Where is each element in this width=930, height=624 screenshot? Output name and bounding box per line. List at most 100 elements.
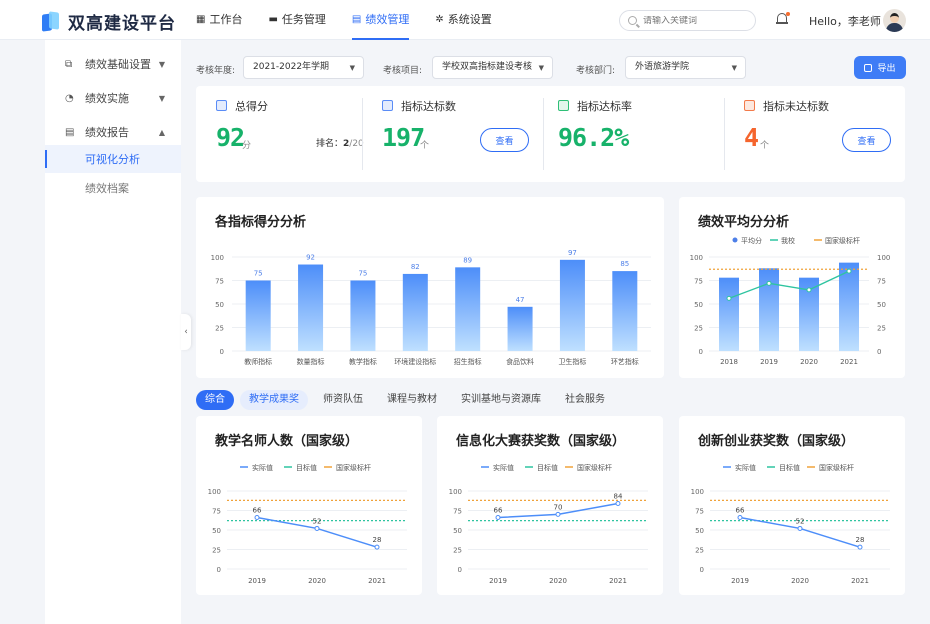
actual-point [555, 511, 561, 517]
sidebar-item-label: 绩效实施 [85, 92, 129, 105]
tab-faculty[interactable]: 师资队伍 [314, 390, 372, 410]
view-unreached-button[interactable]: 查看 [842, 128, 891, 152]
chart-icon: ▤ [351, 14, 362, 25]
tab-courses[interactable]: 课程与教材 [378, 390, 446, 410]
x-tick-label: 2020 [791, 577, 809, 585]
sidebar-subitem-archive[interactable]: 绩效档案 [45, 174, 181, 202]
y-tick-label: 75 [215, 278, 224, 286]
x-tick-label: 2019 [760, 358, 778, 366]
project-select[interactable]: 学校双高指标建设考核 ▼ [432, 56, 553, 79]
avg-score-chart-card: 绩效平均分分析 0 0 25 25 50 50 75 75 100 100 平均分 我校 国家级标杆 20… [679, 197, 905, 378]
data-label: 28 [856, 536, 865, 544]
tab-overall[interactable]: 综合 [196, 390, 234, 410]
data-label: 66 [736, 507, 745, 515]
y-tick-label: 0 [699, 348, 703, 356]
tab-teaching-award[interactable]: 教学成果奖 [240, 390, 308, 410]
stat-title: 指标达标率 [577, 100, 632, 113]
project-value: 学校双高指标建设考核 [442, 62, 533, 72]
y-tick-label: 75 [695, 508, 704, 516]
bar [839, 262, 859, 351]
legend-label: 实际值 [252, 463, 273, 472]
stat-title: 指标未达标数 [763, 100, 829, 113]
y-tick-label: 25 [453, 547, 462, 555]
school-point [846, 268, 852, 274]
stats-card: 总得分 92 分 排名：2/20 指标达标数 197 个 查看 指标达标率 96… [196, 86, 905, 182]
it-contest-chart-card: 信息化大赛获奖数（国家级） 0 25 50 75 100 实际值 目标值 国家级标杆 66 201… [437, 416, 663, 595]
chevron-down-icon: ▼ [349, 64, 355, 72]
actual-point [857, 544, 863, 550]
nav-label: 系统设置 [447, 13, 492, 26]
avatar[interactable] [883, 9, 906, 32]
data-label: 84 [614, 492, 623, 500]
indicator-score-chart-card: 各指标得分分析 0 25 50 75 100 75 教师指标 92 数量指标 75 教学指标 82 环境… [196, 197, 664, 378]
school-point [806, 287, 812, 293]
data-label: 85 [620, 260, 629, 268]
filter-bar: 考核年度: 2021-2022年学期 ▼ 考核项目: 学校双高指标建设考核 ▼ 考核… [196, 55, 916, 81]
sidebar-item-implementation[interactable]: ◔ 绩效实施 ▼ [45, 84, 181, 112]
sidebar-item-basic-settings[interactable]: ⧉ 绩效基础设置 ▼ [45, 50, 181, 78]
indicator-score-chart: 0 25 50 75 100 75 教师指标 92 数量指标 75 教学指标 82 环境建设指标 89 招生… [211, 249, 651, 366]
y-tick-label: 50 [215, 301, 224, 309]
tab-social-service[interactable]: 社会服务 [556, 390, 614, 410]
legend-marker [732, 237, 738, 243]
year-select[interactable]: 2021-2022年学期 ▼ [243, 56, 364, 79]
export-label: 导出 [877, 64, 896, 74]
nav-item-tasks[interactable]: ▬ 任务管理 [268, 0, 325, 40]
data-label: 89 [463, 256, 472, 264]
teacher-count-chart: 0 25 50 75 100 实际值 目标值 国家级标杆 66 2019 52 2020 28 2021 [208, 463, 407, 585]
y-tick-label: 25 [695, 547, 704, 555]
y-tick-label: 25 [212, 547, 221, 555]
bar [507, 306, 533, 351]
tab-training-base[interactable]: 实训基地与资源库 [452, 390, 550, 410]
x-tick-label: 2020 [800, 358, 818, 366]
stat-unit: 个 [420, 141, 430, 151]
year-value: 2021-2022年学期 [253, 62, 330, 72]
category-tabs: 综合 教学成果奖 师资队伍 课程与教材 实训基地与资源库 社会服务 [196, 390, 620, 410]
sidebar-collapse-toggle[interactable]: ‹ [181, 314, 191, 350]
search-input[interactable] [643, 15, 743, 26]
stat-value: 197 [382, 123, 425, 152]
y-tick-label: 100 [449, 488, 462, 496]
stat-title: 总得分 [235, 100, 268, 113]
y-tick-label: 100 [690, 254, 703, 262]
bell-icon[interactable] [776, 12, 790, 26]
bar [350, 280, 376, 351]
sidebar-item-report[interactable]: ▤ 绩效报告 ▲ [45, 118, 181, 146]
logo-icon [42, 10, 60, 32]
data-label: 70 [554, 503, 563, 511]
chevron-down-icon: ▼ [158, 93, 165, 103]
y-tick-label: 75 [453, 508, 462, 516]
nav-label: 绩效管理 [365, 13, 410, 26]
y-tick-label: 100 [691, 488, 704, 496]
y-tick-label: 25 [694, 325, 703, 333]
settings-doc-icon: ⧉ [65, 58, 73, 70]
dept-select[interactable]: 外语旅游学院 ▼ [625, 56, 746, 79]
divider [724, 98, 725, 170]
app-logo[interactable]: 双高建设平台 [42, 9, 176, 34]
top-bar: 双高建设平台 ▦工作台 ▬任务管理 ▤绩效管理 ✲系统设置 Hello，李老师 [0, 0, 930, 40]
nav-item-workbench[interactable]: ▦ 工作台 [196, 0, 242, 40]
chevron-left-icon: ‹ [184, 327, 188, 337]
data-label: 92 [306, 254, 315, 262]
sidebar-subitem-visual-analysis[interactable]: 可视化分析 [45, 145, 181, 173]
data-label: 52 [796, 517, 805, 525]
stat-value: 96.2% [558, 123, 629, 152]
nav-item-settings[interactable]: ✲ 系统设置 [435, 0, 491, 40]
legend-label: 实际值 [493, 463, 514, 472]
x-tick-label: 2021 [851, 577, 869, 585]
search-box[interactable] [619, 10, 756, 31]
legend-label: 目标值 [537, 463, 558, 472]
export-button[interactable]: 导出 [854, 56, 906, 79]
warning-doc-icon [744, 100, 755, 111]
x-tick-label: 教师指标 [244, 357, 272, 366]
y-tick-label: 75 [212, 508, 221, 516]
data-label: 66 [253, 507, 262, 515]
school-point [766, 280, 772, 286]
stat-title: 指标达标数 [401, 100, 456, 113]
view-reached-button[interactable]: 查看 [480, 128, 529, 152]
divider [543, 98, 544, 170]
nav-item-performance[interactable]: ▤ 绩效管理 [351, 0, 410, 40]
main-nav: ▦ 工作台 ▬ 任务管理 ▤ 绩效管理 ✲ 系统设置 [196, 0, 518, 40]
stat-unreached: 指标未达标数 4 个 查看 [744, 86, 904, 182]
sidebar-item-label: 绩效档案 [85, 182, 129, 195]
